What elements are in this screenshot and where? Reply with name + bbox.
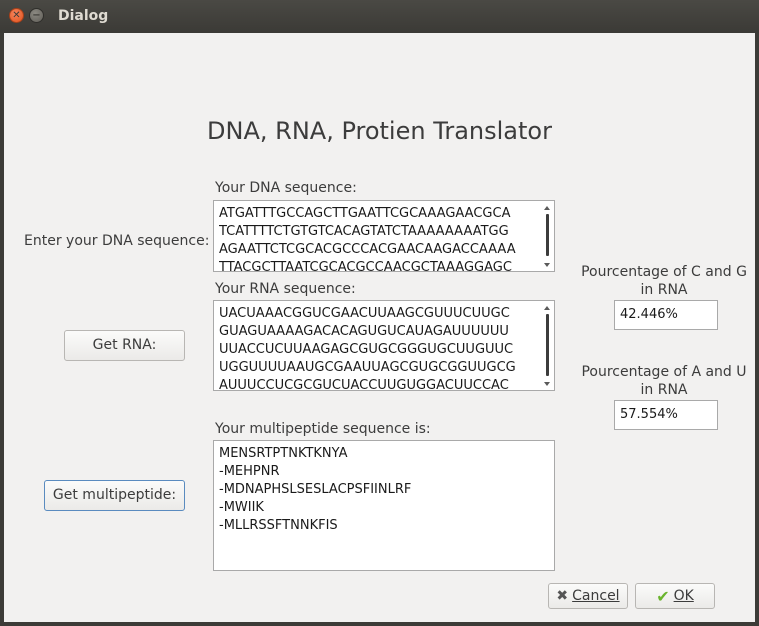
close-icon: ✕ <box>12 10 21 21</box>
rna-box-label: Your RNA sequence: <box>215 281 356 297</box>
sequence-line: AGAATTCTCGCACGCCCACGAACAAGACCAAAA <box>219 242 516 257</box>
sequence-line: UUACCUCUUAAGAGCGUGCGGGUGCUUGUUC <box>219 342 514 357</box>
scroll-down-icon[interactable] <box>544 382 550 386</box>
cg-percentage-label: Pourcentage of C and G in RNA <box>581 264 747 298</box>
get-multipeptide-button[interactable]: Get multipeptide: <box>44 480 185 511</box>
minimize-icon: − <box>32 10 41 21</box>
peptide-box-label: Your multipeptide sequence is: <box>215 421 431 437</box>
sequence-line: -MEHPNR <box>219 464 280 479</box>
sequence-line: GUAGUAAAAGACACAGUGUCAUAGAUUUUUU <box>219 324 509 339</box>
close-window-button[interactable]: ✕ <box>9 8 24 23</box>
title-bar: ✕ − Dialog <box>0 0 759 33</box>
minimize-window-button[interactable]: − <box>29 8 44 23</box>
sequence-line: AUUUCCUCGCGUCUACCUUGUGGACUUCCAC <box>219 378 509 391</box>
sequence-line: -MDNAPHSLSESLACPSFIINLRF <box>219 482 412 497</box>
cancel-button-label: Cancel <box>572 588 620 604</box>
ok-button-label: OK <box>673 588 694 604</box>
get-multipeptide-button-label: Get multipeptide: <box>52 487 177 503</box>
scroll-up-icon[interactable] <box>544 206 550 210</box>
sequence-line: TTACGCTTAATCGCACGCCAACGCTAAAGGAGC <box>219 260 512 272</box>
sequence-line: UACUAAACGGUCGAACUUAAGCGUUUCUUGC <box>219 306 510 321</box>
dna-sequence-input[interactable]: ATGATTTGCCAGCTTGAATTCGCAAAGAACGCA TCATTTT… <box>213 200 555 272</box>
multipeptide-text: MENSRTPTNKTKNYA -MEHPNR -MDNAPHSLSESLACPSF… <box>219 445 549 535</box>
rna-sequence-text: UACUAAACGGUCGAACUUAAGCGUUUCUUGC GUAGUAAAA… <box>219 305 538 391</box>
scroll-down-icon[interactable] <box>544 263 550 267</box>
cg-percentage-field[interactable]: 42.446% <box>614 300 718 330</box>
sequence-line: -MWIIK <box>219 500 264 515</box>
dna-prompt-label: Enter your DNA sequence: <box>24 233 210 249</box>
dna-scrollbar[interactable] <box>541 201 554 271</box>
ok-button[interactable]: ✔ OK <box>635 583 715 609</box>
dna-sequence-text: ATGATTTGCCAGCTTGAATTCGCAAAGAACGCA TCATTTT… <box>219 205 538 272</box>
get-rna-button[interactable]: Get RNA: <box>64 330 185 361</box>
scroll-thumb[interactable] <box>546 314 549 376</box>
window-title: Dialog <box>58 8 109 24</box>
sequence-line: ATGATTTGCCAGCTTGAATTCGCAAAGAACGCA <box>219 206 511 221</box>
dna-box-label: Your DNA sequence: <box>215 180 357 196</box>
au-percentage-label: Pourcentage of A and U in RNA <box>581 364 747 398</box>
get-rna-button-label: Get RNA: <box>92 337 157 353</box>
checkmark-icon: ✔ <box>656 586 670 606</box>
cancel-button[interactable]: ✖ Cancel <box>548 583 628 609</box>
rna-scrollbar[interactable] <box>541 301 554 390</box>
au-percentage-field[interactable]: 57.554% <box>614 400 718 430</box>
multipeptide-output[interactable]: MENSRTPTNKTKNYA -MEHPNR -MDNAPHSLSESLACPSF… <box>213 440 555 571</box>
scroll-thumb[interactable] <box>546 214 549 256</box>
sequence-line: MENSRTPTNKTKNYA <box>219 446 348 461</box>
cancel-icon: ✖ <box>556 588 569 604</box>
sequence-line: -MLLRSSFTNNKFIS <box>219 518 338 533</box>
scroll-up-icon[interactable] <box>544 306 550 310</box>
sequence-line: UGGUUUUAAUGCGAAUUAGCGUGCGGUUGCG <box>219 360 516 375</box>
page-title: DNA, RNA, Protien Translator <box>207 117 552 145</box>
sequence-line: TCATTTTCTGTGTCACAGTATCTAAAAAAAATGG <box>219 224 509 239</box>
rna-sequence-output[interactable]: UACUAAACGGUCGAACUUAAGCGUUUCUUGC GUAGUAAAA… <box>213 300 555 391</box>
